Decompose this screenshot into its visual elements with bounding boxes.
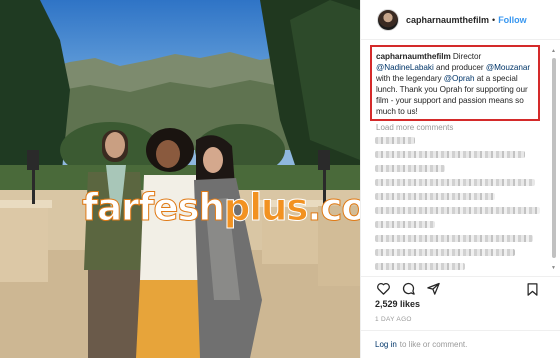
- caption-text-3: with the legendary: [376, 74, 444, 83]
- photo-scene: [0, 0, 360, 358]
- follow-separator: •: [492, 14, 496, 25]
- farfeshplus-watermark: farfeshplus.com: [82, 186, 360, 230]
- list-item: [375, 207, 540, 214]
- bookmark-icon[interactable]: [524, 281, 540, 297]
- share-icon[interactable]: [425, 281, 441, 297]
- list-item: [375, 137, 415, 144]
- login-prompt-text: to like or comment.: [399, 340, 468, 349]
- likes-count[interactable]: 2,529 likes: [375, 299, 420, 309]
- post-photo: farfeshplus.com: [0, 0, 360, 358]
- comments-scrollbar[interactable]: ▲ ▼: [551, 48, 556, 271]
- post-side-panel: capharnaumthefilm • Follow capharnaumthe…: [360, 0, 560, 358]
- follow-button[interactable]: Follow: [498, 15, 527, 25]
- caption-highlight-box: capharnaumthefilm Director @NadineLabaki…: [370, 45, 540, 121]
- post-date: 1 DAY AGO: [375, 316, 412, 323]
- list-item: [375, 151, 525, 158]
- watermark-part-3: .com: [307, 186, 360, 230]
- login-link[interactable]: Log in: [375, 340, 397, 349]
- mention-nadinelabaki[interactable]: @NadineLabaki: [376, 63, 434, 72]
- heart-icon[interactable]: [375, 281, 391, 297]
- load-more-comments-link[interactable]: Load more comments: [376, 123, 453, 132]
- list-item: [375, 165, 445, 172]
- caption-text-1: Director: [450, 52, 482, 61]
- scroll-thumb[interactable]: [552, 58, 556, 258]
- list-item: [375, 193, 495, 200]
- mention-mouzanar[interactable]: @Mouzanar: [486, 63, 530, 72]
- caption-username[interactable]: capharnaumthefilm: [376, 52, 451, 61]
- caption-text-2: and producer: [433, 63, 486, 72]
- post-caption: capharnaumthefilm Director @NadineLabaki…: [376, 51, 536, 117]
- avatar[interactable]: [377, 8, 399, 31]
- blurred-comments-list: [375, 137, 550, 275]
- watermark-part-1: farfesh: [82, 186, 226, 230]
- post-header: capharnaumthefilm • Follow: [361, 0, 560, 40]
- scroll-up-icon[interactable]: ▲: [551, 48, 556, 54]
- mention-oprah[interactable]: @Oprah: [444, 74, 475, 83]
- login-prompt: Log in to like or comment.: [361, 330, 560, 358]
- list-item: [375, 249, 515, 256]
- list-item: [375, 179, 535, 186]
- comment-icon[interactable]: [400, 281, 416, 297]
- watermark-part-2: plus: [223, 186, 309, 230]
- list-item: [375, 235, 533, 242]
- list-item: [375, 221, 435, 228]
- scroll-down-icon[interactable]: ▼: [551, 265, 556, 271]
- list-item: [375, 263, 465, 270]
- header-username[interactable]: capharnaumthefilm: [406, 15, 489, 25]
- post-actions-bar: [361, 276, 560, 300]
